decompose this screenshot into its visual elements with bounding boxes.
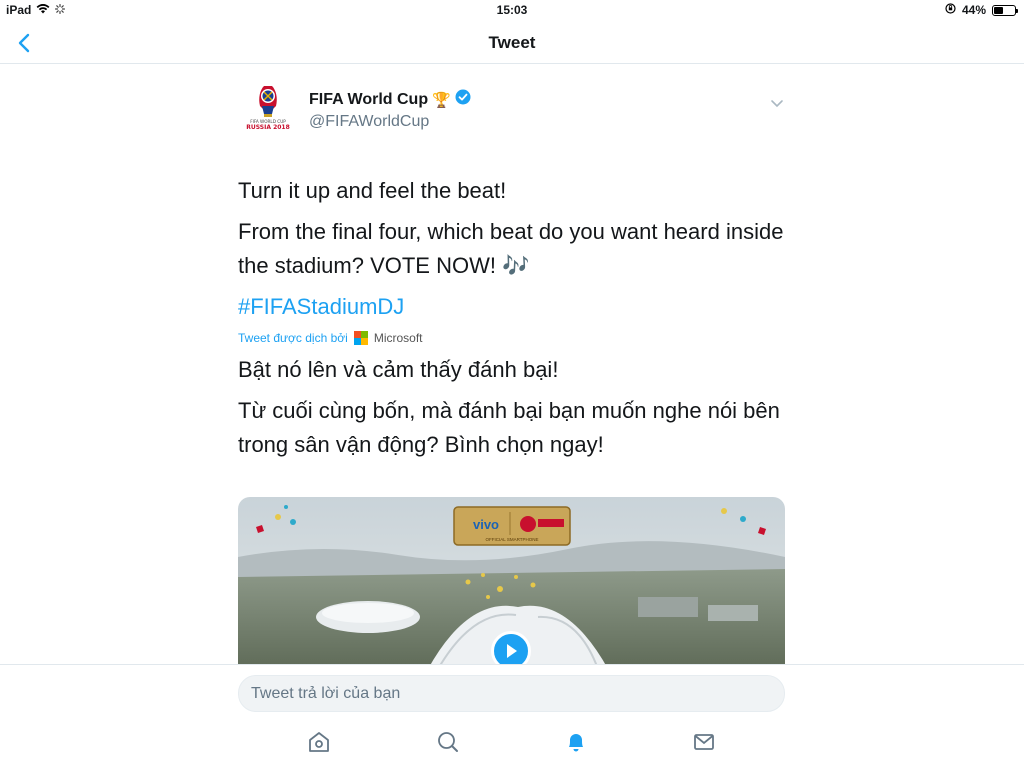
play-icon: [507, 644, 517, 658]
tab-home[interactable]: [305, 728, 333, 756]
svg-text:RUSSIA 2018: RUSSIA 2018: [246, 124, 290, 131]
tab-bar: [0, 728, 1024, 760]
tweet-body: Turn it up and feel the beat! From the f…: [238, 174, 786, 462]
nav-bar: Tweet: [0, 22, 1024, 64]
translation-line1: Bật nó lên và cảm thấy đánh bại!: [238, 357, 559, 382]
tweet-text-line1: Turn it up and feel the beat!: [238, 178, 507, 203]
tweet-hashtag[interactable]: #FIFAStadiumDJ: [238, 290, 786, 324]
battery-fill: [994, 6, 1003, 14]
tweet-text-line2: From the final four, which beat do you w…: [238, 219, 784, 278]
chevron-down-icon: [771, 100, 783, 108]
tab-messages[interactable]: [690, 728, 718, 756]
trophy-icon: 🏆: [432, 91, 451, 109]
tweet: FIFA WORLD CUP RUSSIA 2018 FIFA World Cu…: [238, 80, 786, 469]
reply-placeholder: Tweet trả lời của bạn: [251, 684, 401, 702]
battery-icon: [992, 4, 1018, 16]
translated-by-label: Tweet được dịch bởi: [238, 331, 348, 345]
author-name[interactable]: FIFA World Cup: [309, 91, 428, 109]
page-title: Tweet: [488, 33, 536, 52]
avatar[interactable]: FIFA WORLD CUP RUSSIA 2018: [238, 80, 300, 138]
tweet-menu-button[interactable]: [770, 96, 786, 108]
verified-badge-icon: [455, 89, 471, 110]
author-name-row: FIFA World Cup 🏆: [309, 89, 471, 110]
tweet-video[interactable]: vivo OFFICIAL SMARTPHONE: [238, 497, 785, 669]
media-brand-sub: OFFICIAL SMARTPHONE: [485, 537, 538, 542]
reply-input[interactable]: Tweet trả lời của bạn: [238, 675, 785, 712]
fifa-russia-2018-logo: FIFA WORLD CUP RUSSIA 2018: [246, 86, 290, 131]
status-time: 15:03: [496, 3, 528, 17]
reply-bar: Tweet trả lời của bạn: [0, 664, 1024, 768]
messages-icon: [694, 734, 714, 750]
author-info: FIFA World Cup 🏆 @FIFAWorldCup: [309, 80, 471, 131]
translation-line2: Từ cuối cùng bốn, mà đánh bại bạn muốn n…: [238, 398, 780, 457]
translator-name: Microsoft: [373, 331, 423, 345]
media-brand-text: vivo: [473, 517, 499, 532]
notifications-icon: [569, 734, 583, 752]
rotation-lock-icon: [945, 3, 956, 17]
status-right: 44%: [945, 3, 1018, 17]
tweet-author: FIFA WORLD CUP RUSSIA 2018 FIFA World Cu…: [238, 80, 786, 140]
translation-attribution[interactable]: Tweet được dịch bởi Microsoft: [238, 331, 786, 345]
microsoft-logo-icon: [353, 331, 368, 345]
search-icon: [438, 732, 458, 752]
tab-notifications[interactable]: [562, 728, 590, 756]
home-icon: [309, 732, 329, 752]
tab-search[interactable]: [434, 728, 462, 756]
author-handle[interactable]: @FIFAWorldCup: [309, 113, 471, 131]
battery-percent: 44%: [961, 3, 986, 17]
status-bar: iPad 15:03 44%: [0, 0, 1024, 22]
